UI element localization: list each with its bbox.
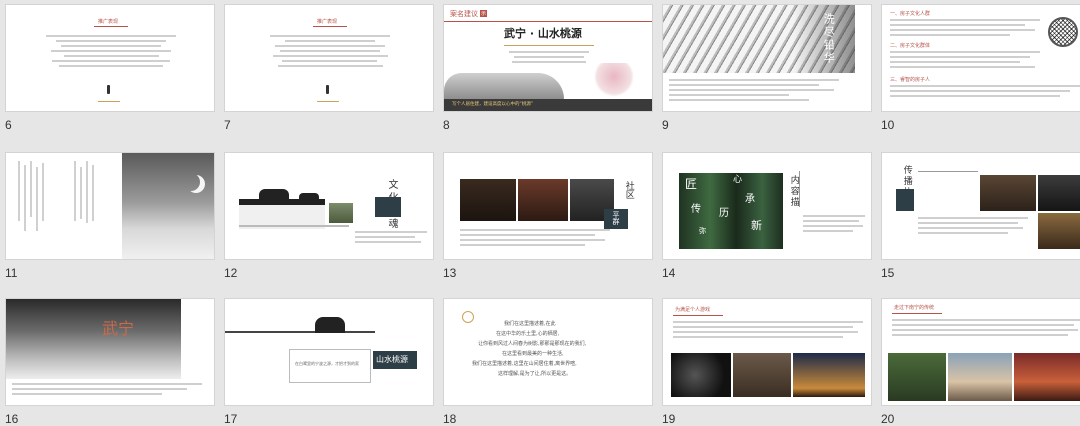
slide-number: 12 [224,266,238,280]
word-xin: 心 [733,175,743,185]
slide-thumbnail[interactable]: 文化入魂 [224,152,434,260]
person-silhouette-icon [107,85,110,94]
slide-thumbnail[interactable]: 推广表现 [5,4,215,112]
hui-architecture-image [239,189,325,229]
slide-thumbnail[interactable]: 一、房子文化人群 二、房子文化群体 三、睿智的房子人 [881,4,1080,112]
slide-number: 14 [662,266,676,280]
slide-number: 6 [5,118,12,132]
slide-thumbnail[interactable]: 社区 平群 [443,152,653,260]
section-heading-1: 一、房子文化人群 [890,11,931,17]
slide-number: 9 [662,118,669,132]
slide-number: 15 [881,266,895,280]
slide-thumbnail[interactable]: 传播执行 [881,152,1080,260]
word-cheng: 承 [745,194,755,205]
word-xin2: 新 [751,219,762,232]
word-li: 历 [719,208,729,219]
slide-number: 17 [224,412,238,426]
ink-mountain-image [444,73,564,99]
title-block: 平群 [604,209,628,229]
poem-line: 这样理解,是为了让,所以更是这。 [498,371,572,377]
section-heading-3: 三、睿智的房子人 [890,77,931,83]
slide-thumbnail[interactable]: 匠 心 传 承 历 新 弥 内容描 [662,152,872,260]
seal-stamp: 示 [480,10,487,17]
lotus-image [594,63,634,97]
slide-title: 为满足个人游戏 [675,307,711,313]
street-photo [733,353,791,397]
old-street-photo [888,353,946,401]
poem-line: 让你看到风过人间春为树影,那那是那现在的我们, [478,341,587,347]
person-silhouette-icon [326,85,329,94]
title-block: 山水桃源 [373,351,417,369]
poem-line: 在这里看到最美的一种生活, [502,351,564,357]
slide-title: 走过下南宁的传统 [894,305,935,311]
slide-tag: 社区 [623,181,634,199]
slide-thumbnail[interactable]: 为满足个人游戏 [662,298,872,406]
slide-title: 武宁 [102,319,135,338]
slide-thumbnail[interactable]: 案名建议 示 武宁 · 山水桃源 写个人居住建，建设高度以心中的“桃源” [443,4,653,112]
hall-photo [1038,175,1080,211]
word-jiang: 匠 [685,177,698,191]
slide-tagline: 写个人居住建，建设高度以心中的“桃源” [452,102,534,107]
slide-title: 洗尽铅华 [822,13,836,65]
slide-title: 推广表现 [317,19,338,25]
slide-number: 7 [224,118,231,132]
tea-photo [980,175,1036,211]
slide-thumbnail[interactable]: 推广表现 [224,4,434,112]
slide-number: 11 [5,266,18,280]
slide-title: 武宁 · 山水桃源 [504,27,582,40]
slide-number: 20 [881,412,895,426]
slide-number: 13 [443,266,457,280]
slide-thumbnail[interactable]: 在白鹭里的宁波之源，才把才到的家 山水桃源 [224,298,434,406]
slide-caption: 在白鹭里的宁波之源，才把才到的家 [295,361,359,366]
slide-number: 18 [443,412,457,426]
slide-title: 山水桃源 [376,355,408,364]
slide-tag: 案名建议 [450,10,478,18]
people-photo [460,179,516,221]
slide-number: 8 [443,118,450,132]
slide-thumbnail[interactable] [5,152,215,260]
misty-landscape-image [122,153,214,259]
vinyl-record-photo [671,353,731,397]
ink-mark [462,311,474,323]
couple-photo [948,353,1012,401]
word-mi: 弥 [699,227,706,235]
poem-line: 在这中华的乐土里,心的栖居, [496,331,560,337]
market-photo [1014,353,1080,401]
slide-thumbnail[interactable]: 走过下南宁的传统 [881,298,1080,406]
night-city-photo [793,353,865,397]
slide-thumbnail[interactable]: 我们在这里描述着,在此 在这中华的乐土里,心的栖居, 让你看到风过人间春为树影,… [443,298,653,406]
poem-line: 我们在这里描述着,这里在山间居住着,离世界喧, [472,361,577,367]
section-heading-2: 二、房子文化群体 [890,43,931,49]
poem-line: 我们在这里描述着,在此 [504,321,556,327]
hui-architecture-image [315,317,345,333]
ink-mountain-image [6,299,181,379]
lantern-photo [1038,213,1080,249]
slide-number: 16 [5,412,19,426]
slide-thumbnail[interactable]: 洗尽铅华 [662,4,872,112]
word-chuan: 传 [691,204,701,215]
slide-number: 10 [881,118,895,132]
slide-number: 19 [662,412,676,426]
lattice-pattern-icon [1048,17,1078,47]
slide-title: 推广表现 [98,19,119,25]
slide-title: 内容描 [788,175,799,208]
slide-thumbnail[interactable]: 武宁 [5,298,215,406]
slide-title: 平群 [612,211,620,225]
slide-sorter-grid: 推广表现 6 推广表现 7 案名建议 示 武宁 · 山水桃源 写个人居住建，建设… [0,0,1080,426]
interior-photo [518,179,568,221]
crescent-moon-icon [182,173,200,191]
